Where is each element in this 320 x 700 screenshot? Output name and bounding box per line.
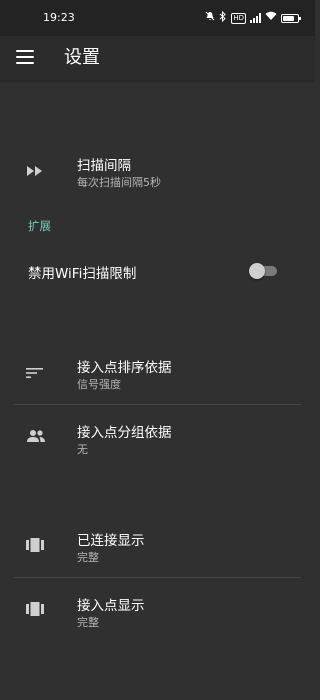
section-header-extension: 扩展 — [28, 219, 51, 233]
connected-display-summary: 完整 — [77, 551, 99, 564]
ap-display-title: 接入点显示 — [77, 598, 145, 614]
scan-interval-summary: 每次扫描间隔5秒 — [77, 176, 161, 189]
ap-group-summary: 无 — [77, 443, 88, 456]
ap-group-item[interactable]: 接入点分组依据 无 — [0, 405, 315, 467]
ap-sort-title: 接入点排序依据 — [77, 360, 172, 376]
scan-interval-title: 扫描间隔 — [77, 158, 131, 174]
page-title: 设置 — [64, 47, 100, 68]
fast-forward-icon — [26, 162, 44, 180]
group-icon — [26, 428, 45, 446]
battery-fill — [283, 15, 294, 21]
network-badge: HD — [231, 12, 246, 24]
mute-icon — [205, 11, 215, 25]
switch-thumb — [249, 263, 265, 279]
ap-sort-item[interactable]: 接入点排序依据 信号强度 — [0, 342, 315, 404]
status-icons: HD — [205, 10, 301, 26]
app-bar: 设置 — [0, 36, 315, 80]
view-carousel-icon — [26, 601, 44, 619]
sort-icon — [26, 364, 44, 382]
menu-icon[interactable] — [16, 50, 34, 64]
scan-interval-item[interactable]: 扫描间隔 每次扫描间隔5秒 — [0, 140, 315, 196]
ap-group-title: 接入点分组依据 — [77, 425, 172, 441]
wifi-throttle-toggle[interactable] — [249, 263, 277, 279]
ap-sort-summary: 信号强度 — [77, 378, 121, 391]
status-time: 19:23 — [43, 11, 75, 24]
connected-display-item[interactable]: 已连接显示 完整 — [0, 515, 315, 577]
wifi-throttle-label: 禁用WiFi扫描限制 — [28, 266, 137, 282]
wifi-icon — [265, 11, 277, 25]
view-carousel-icon — [26, 537, 44, 555]
ap-display-summary: 完整 — [77, 616, 99, 629]
ap-display-item[interactable]: 接入点显示 完整 — [0, 578, 315, 640]
connected-display-title: 已连接显示 — [77, 533, 145, 549]
bluetooth-icon — [219, 10, 227, 26]
toolbar-shadow — [0, 80, 315, 84]
status-bar: 19:23 HD — [0, 0, 315, 36]
battery-icon — [281, 13, 301, 23]
cell-signal-icon — [250, 13, 261, 23]
